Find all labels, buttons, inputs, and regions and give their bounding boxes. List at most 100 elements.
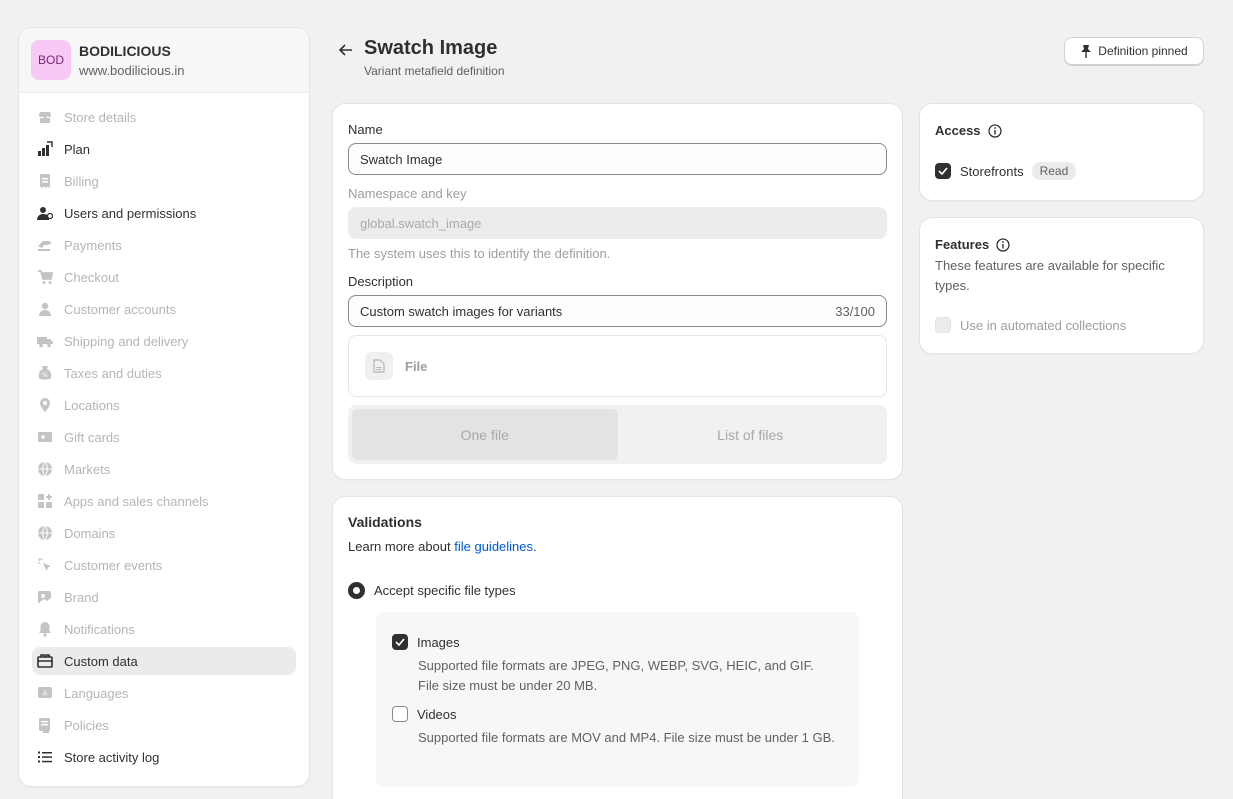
sidebar-item-markets[interactable]: Markets <box>32 455 296 483</box>
learn-prefix: Learn more about <box>348 539 455 554</box>
checkbox-empty-icon <box>392 706 408 722</box>
sidebar-item-label: Notifications <box>64 621 135 637</box>
svg-text:%: % <box>42 372 48 379</box>
validations-title: Validations <box>348 514 422 530</box>
sidebar-item-label: Billing <box>64 173 99 189</box>
globe-icon <box>37 461 53 477</box>
sidebar-item-label: Users and permissions <box>64 205 197 221</box>
sidebar-item-taxes[interactable]: % Taxes and duties <box>32 359 296 387</box>
payments-icon <box>37 237 53 253</box>
storefronts-checkbox[interactable]: Storefronts Read <box>935 162 1077 180</box>
sidebar-item-brand[interactable]: Brand <box>32 583 296 611</box>
back-arrow-icon[interactable] <box>337 40 355 60</box>
description-value: Custom swatch images for variants <box>360 303 563 319</box>
sidebar-item-label: Store activity log <box>64 749 160 765</box>
apps-icon <box>37 493 53 509</box>
videos-label: Videos <box>417 706 457 722</box>
file-icon <box>365 352 393 380</box>
name-label: Name <box>348 122 383 137</box>
sidebar-item-customer-events[interactable]: Customer events <box>32 551 296 579</box>
images-description: Supported file formats are JPEG, PNG, WE… <box>418 658 814 693</box>
plan-icon <box>37 141 53 157</box>
info-icon[interactable] <box>987 123 1002 138</box>
sidebar-item-customer-accounts[interactable]: Customer accounts <box>32 295 296 323</box>
sidebar-item-notifications[interactable]: Notifications <box>32 615 296 643</box>
videos-checkbox[interactable]: Videos <box>392 706 457 722</box>
sidebar-item-label: Payments <box>64 237 122 253</box>
namespace-help: The system uses this to identify the def… <box>348 246 611 261</box>
name-value: Swatch Image <box>360 151 443 167</box>
automated-collections-label: Use in automated collections <box>960 317 1127 333</box>
description-input[interactable]: Custom swatch images for variants 33/100 <box>348 295 887 327</box>
store-url: www.bodilicious.in <box>79 62 185 78</box>
sidebar-item-payments[interactable]: Payments <box>32 231 296 259</box>
automated-collections-checkbox: Use in automated collections <box>935 317 1126 333</box>
type-label: File <box>405 358 428 374</box>
sidebar-item-label: Markets <box>64 461 111 477</box>
radio-selected-icon <box>348 582 365 599</box>
namespace-key-input: global.swatch_image <box>348 207 887 239</box>
location-icon <box>37 397 53 413</box>
learn-suffix: . <box>533 539 537 554</box>
definition-pinned-button[interactable]: Definition pinned <box>1064 37 1204 65</box>
sidebar-item-activity-log[interactable]: Store activity log <box>32 743 296 771</box>
sidebar-item-checkout[interactable]: Checkout <box>32 263 296 291</box>
billing-icon <box>37 173 53 189</box>
sidebar-item-label: Custom data <box>64 653 138 669</box>
radio-label: Accept specific file types <box>374 583 516 598</box>
sidebar-item-apps[interactable]: Apps and sales channels <box>32 487 296 515</box>
sidebar-item-label: Customer events <box>64 557 163 573</box>
store-avatar: BOD <box>31 40 71 80</box>
read-badge: Read <box>1031 162 1077 180</box>
globe-icon <box>37 525 53 541</box>
store-header[interactable]: BOD BODILICIOUS www.bodilicious.in <box>19 28 309 93</box>
sidebar-item-gift-cards[interactable]: Gift cards <box>32 423 296 451</box>
sidebar-item-domains[interactable]: Domains <box>32 519 296 547</box>
cursor-icon <box>37 557 53 573</box>
sidebar-item-label: Apps and sales channels <box>64 493 209 509</box>
pin-button-label: Definition pinned <box>1098 44 1188 58</box>
sidebar-item-billing[interactable]: Billing <box>32 167 296 195</box>
character-counter: 33/100 <box>835 303 875 319</box>
file-guidelines-link[interactable]: file guidelines <box>454 539 533 554</box>
sidebar-item-locations[interactable]: Locations <box>32 391 296 419</box>
settings-nav: Store details Plan Billing Users and per… <box>19 93 309 771</box>
sidebar-item-policies[interactable]: Policies <box>32 711 296 739</box>
list-of-files-option[interactable]: List of files <box>618 409 884 460</box>
name-input[interactable]: Swatch Image <box>348 143 887 175</box>
sidebar-item-label: Gift cards <box>64 429 120 445</box>
list-icon <box>37 749 53 765</box>
info-icon[interactable] <box>996 237 1010 252</box>
page-title: Swatch Image <box>364 37 498 59</box>
type-selector: File <box>348 335 887 397</box>
namespace-value: global.swatch_image <box>360 215 482 231</box>
settings-sidebar: BOD BODILICIOUS www.bodilicious.in Store… <box>19 28 309 786</box>
person-icon <box>37 301 53 317</box>
file-count-toggle: One file List of files <box>348 405 887 464</box>
sidebar-item-label: Customer accounts <box>64 301 176 317</box>
features-title-text: Features <box>935 237 990 252</box>
sidebar-item-shipping[interactable]: Shipping and delivery <box>32 327 296 355</box>
sidebar-item-users[interactable]: Users and permissions <box>32 199 296 227</box>
sidebar-item-plan[interactable]: Plan <box>32 135 296 163</box>
sidebar-item-custom-data[interactable]: Custom data <box>32 647 296 675</box>
sidebar-item-store-details[interactable]: Store details <box>32 103 296 131</box>
checkbox-checked-icon <box>392 634 408 650</box>
bell-icon <box>37 621 53 637</box>
language-icon: A <box>37 685 53 701</box>
access-title: Access <box>935 123 1002 138</box>
sidebar-item-label: Brand <box>64 589 99 605</box>
store-name: BODILICIOUS <box>79 42 171 59</box>
sidebar-item-label: Shipping and delivery <box>64 333 189 349</box>
one-file-option[interactable]: One file <box>352 409 618 460</box>
accept-specific-types-radio[interactable]: Accept specific file types <box>348 582 516 599</box>
sidebar-item-label: Locations <box>64 397 120 413</box>
learn-more-text: Learn more about file guidelines. <box>348 539 537 554</box>
namespace-label: Namespace and key <box>348 186 467 201</box>
images-checkbox[interactable]: Images <box>392 634 460 650</box>
description-label: Description <box>348 274 414 289</box>
access-card: Access Storefronts Read <box>920 104 1203 200</box>
features-description: These features are available for specifi… <box>935 258 1165 293</box>
sidebar-item-languages[interactable]: A Languages <box>32 679 296 707</box>
sidebar-item-label: Taxes and duties <box>64 365 162 381</box>
